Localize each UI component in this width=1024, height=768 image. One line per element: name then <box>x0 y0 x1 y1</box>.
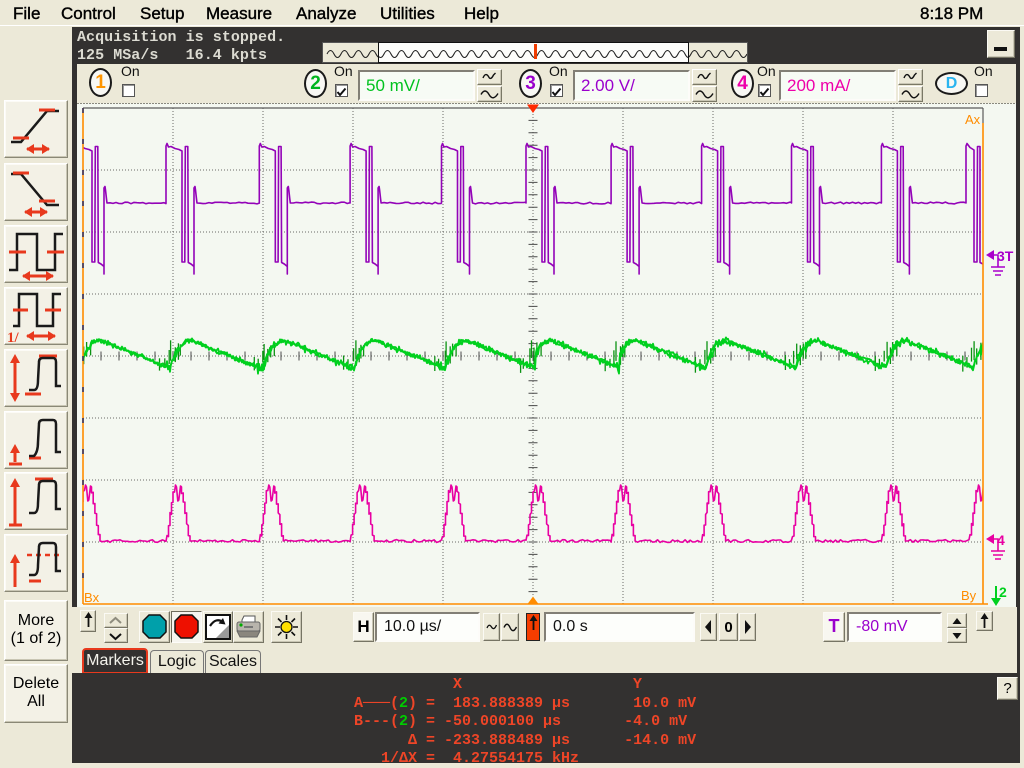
svg-text:4: 4 <box>997 532 1005 548</box>
svg-text:2: 2 <box>999 584 1007 600</box>
svg-text:By: By <box>961 588 977 603</box>
svg-text:Bx: Bx <box>84 590 100 605</box>
svg-text:1/: 1/ <box>7 330 20 344</box>
svg-text:3T: 3T <box>997 248 1014 264</box>
svg-text:Ax: Ax <box>965 112 981 127</box>
